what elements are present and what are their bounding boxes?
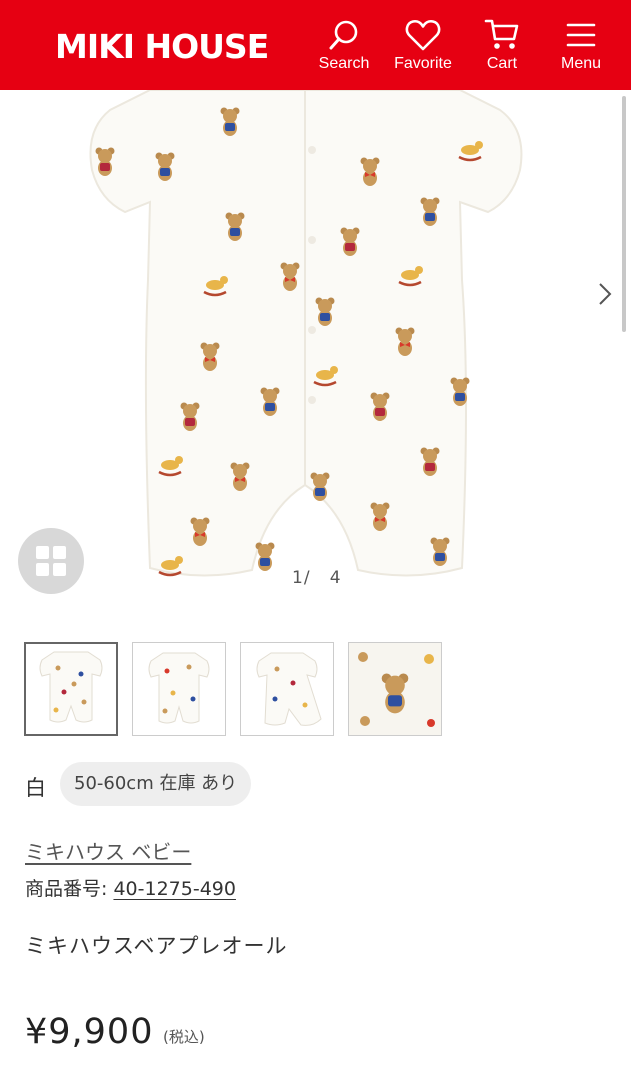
sku-row: 商品番号: 40-1275-490: [25, 874, 236, 901]
chevron-right-icon[interactable]: [594, 280, 618, 308]
thumbnail-1[interactable]: [24, 642, 118, 736]
brand-link[interactable]: ミキハウス ベビー: [25, 836, 191, 865]
tax-note: (税込): [163, 1028, 205, 1046]
thumbnail-3[interactable]: [240, 642, 334, 736]
color-label: 白: [25, 776, 46, 800]
grid-icon: [36, 546, 49, 559]
image-scroll-indicator: [622, 96, 626, 332]
search-icon: [329, 20, 358, 50]
favorite-button[interactable]: Favorite: [383, 18, 463, 80]
product-main-image: [89, 90, 523, 577]
cart-button[interactable]: Cart: [462, 18, 542, 80]
hamburger-menu-icon: [566, 23, 596, 47]
sku-link[interactable]: 40-1275-490: [113, 878, 236, 900]
cart-label: Cart: [486, 55, 518, 72]
pager-current: 1: [292, 568, 304, 588]
mikihouse-logo[interactable]: MIKI HOUSE: [55, 26, 269, 68]
product-name: ミキハウスベアプレオール: [25, 934, 288, 958]
size-stock-chip[interactable]: 50-60cm 在庫 あり: [60, 762, 252, 806]
search-button[interactable]: Search: [304, 18, 384, 80]
price: ¥9,900: [25, 1012, 154, 1052]
pager-separator: /: [303, 568, 311, 588]
site-header: MIKI HOUSE Search Favorite Cart Menu: [0, 0, 631, 90]
search-label: Search: [318, 55, 370, 72]
menu-label: Menu: [560, 55, 602, 72]
menu-button[interactable]: Menu: [541, 18, 621, 80]
thumbnail-2[interactable]: [132, 642, 226, 736]
thumbnail-4[interactable]: [348, 642, 442, 736]
image-pager: 1/ 4: [292, 568, 342, 588]
product-image-carousel[interactable]: [0, 90, 631, 600]
pager-total: 4: [329, 568, 342, 588]
heart-icon: [405, 19, 441, 51]
sku-label: 商品番号:: [25, 878, 108, 900]
cart-icon: [484, 19, 519, 49]
grid-view-button[interactable]: [18, 528, 84, 594]
favorite-label: Favorite: [394, 55, 452, 72]
